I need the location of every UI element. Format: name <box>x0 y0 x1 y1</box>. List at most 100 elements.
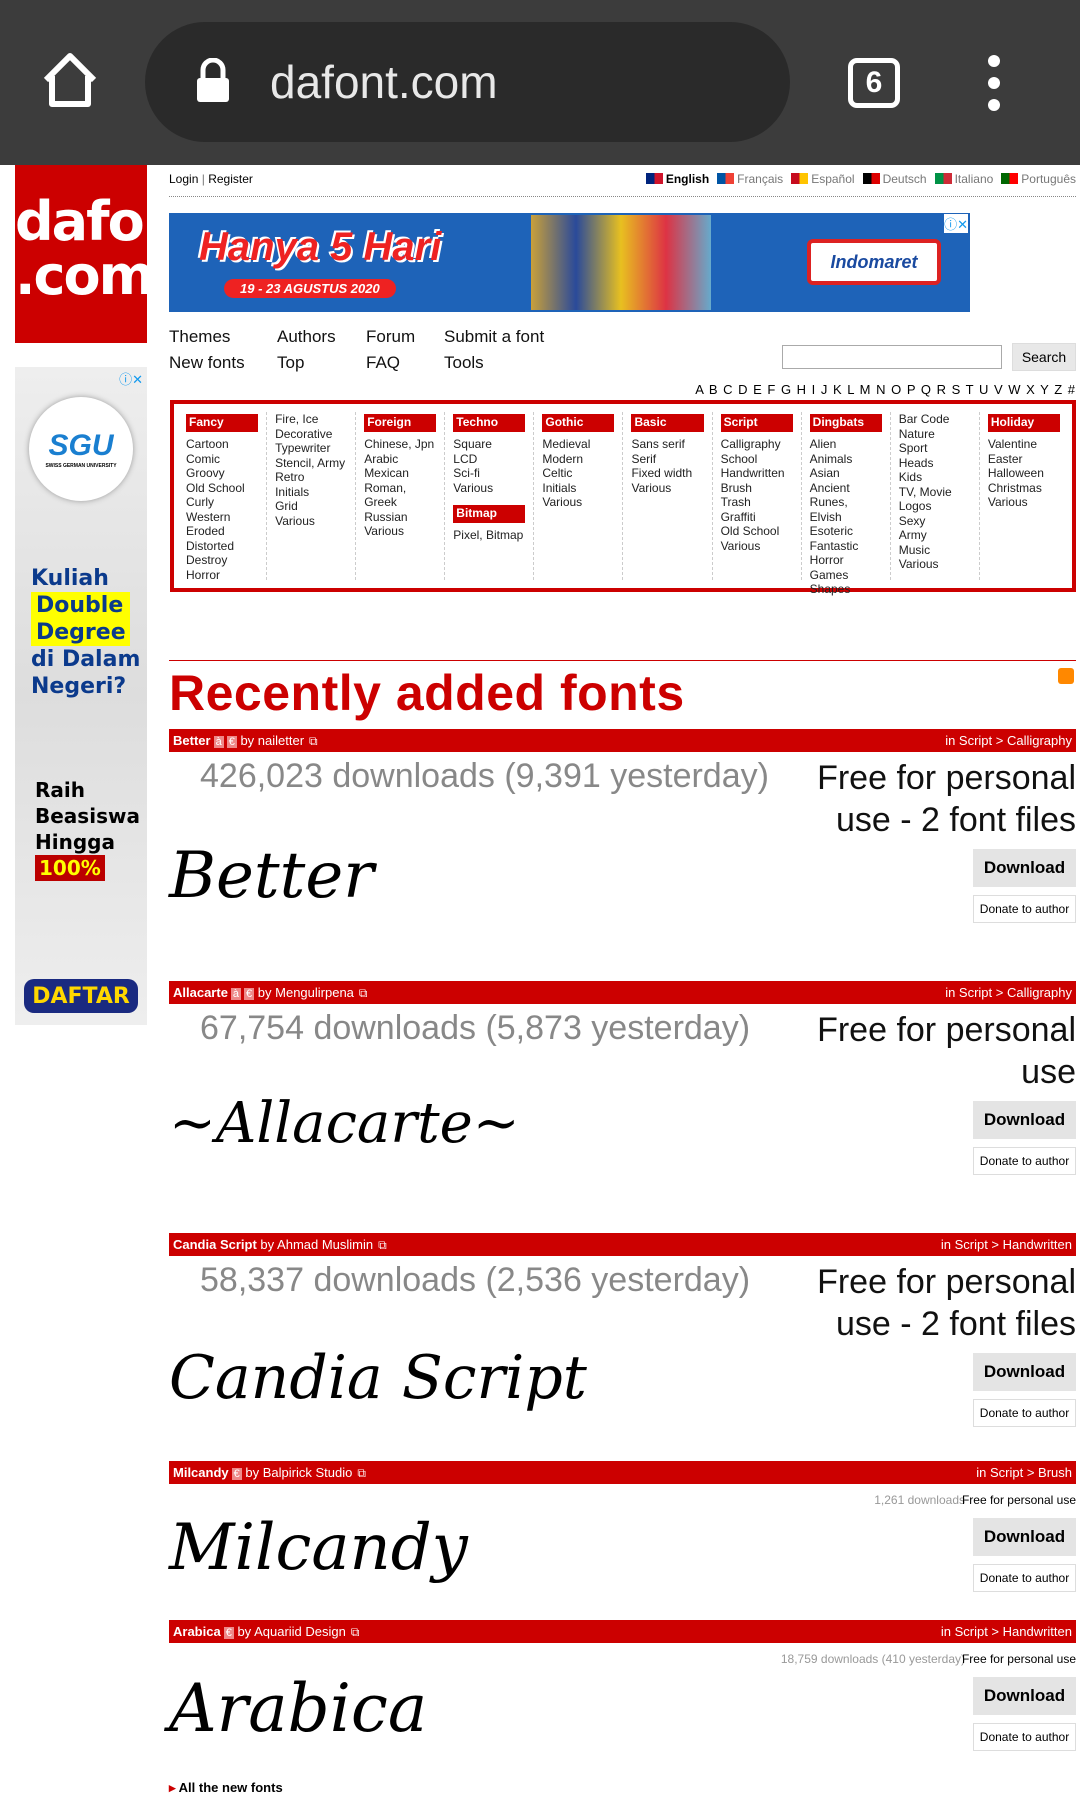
category-link[interactable]: Modern <box>542 452 614 467</box>
download-button[interactable]: Download <box>973 849 1076 887</box>
category-link[interactable]: Grid <box>275 499 347 514</box>
author-link[interactable]: by Aquariid Design <box>237 1624 345 1639</box>
author-link[interactable]: by Balpirick Studio <box>245 1465 352 1480</box>
category-link[interactable]: Nature <box>899 427 971 442</box>
category-link[interactable]: Decorative <box>275 427 347 442</box>
category-link[interactable]: in Script > Calligraphy <box>945 733 1072 748</box>
category-link[interactable]: Horror <box>810 553 882 568</box>
category-link[interactable]: Medieval <box>542 437 614 452</box>
category-header[interactable]: Script <box>720 414 793 432</box>
category-link[interactable]: Various <box>364 524 436 539</box>
login-link[interactable]: Login <box>169 172 198 186</box>
rss-icon[interactable] <box>1058 668 1074 684</box>
author-link[interactable]: by Mengulirpena <box>258 985 354 1000</box>
language-2[interactable]: Español <box>791 172 855 186</box>
category-header[interactable]: Dingbats <box>809 414 882 432</box>
nav-faq[interactable]: FAQ <box>366 353 400 373</box>
category-link[interactable]: Sans serif <box>631 437 703 452</box>
category-link[interactable]: Curly <box>186 495 258 510</box>
category-link[interactable]: Russian <box>364 510 436 525</box>
language-5[interactable]: Português <box>1001 172 1076 186</box>
category-link[interactable]: Stencil, Army <box>275 456 347 471</box>
dafont-logo[interactable]: dafont .com <box>15 165 205 343</box>
language-1[interactable]: Français <box>717 172 783 186</box>
download-button[interactable]: Download <box>973 1518 1076 1556</box>
category-link[interactable]: Various <box>453 481 525 496</box>
category-header[interactable]: Holiday <box>987 414 1060 432</box>
category-link[interactable]: Ancient <box>810 481 882 496</box>
category-link[interactable]: Christmas <box>988 481 1060 496</box>
search-input[interactable] <box>782 345 1002 369</box>
author-link[interactable]: by nailetter <box>240 733 304 748</box>
category-link[interactable]: Valentine <box>988 437 1060 452</box>
donate-button[interactable]: Donate to author <box>973 895 1076 923</box>
address-bar[interactable]: dafont.com <box>145 22 790 142</box>
font-preview[interactable]: Arabica <box>169 1670 427 1747</box>
category-link[interactable]: Mexican <box>364 466 436 481</box>
category-header[interactable]: Bitmap <box>453 505 526 523</box>
donate-button[interactable]: Donate to author <box>973 1147 1076 1175</box>
category-link[interactable]: LCD <box>453 452 525 467</box>
font-name-link[interactable]: Candia Script <box>173 1237 257 1252</box>
category-link[interactable]: Celtic <box>542 466 614 481</box>
ad-close-icon[interactable]: ⓘ✕ <box>944 214 968 233</box>
category-link[interactable]: Initials <box>542 481 614 496</box>
tab-switcher-button[interactable]: 6 <box>848 58 900 108</box>
category-link[interactable]: Animals <box>810 452 882 467</box>
font-name-link[interactable]: Milcandy <box>173 1465 229 1480</box>
category-header[interactable]: Basic <box>631 414 704 432</box>
category-link[interactable]: Serif <box>631 452 703 467</box>
donate-button[interactable]: Donate to author <box>973 1399 1076 1427</box>
category-link[interactable]: Initials <box>275 485 347 500</box>
category-link[interactable]: School <box>721 452 793 467</box>
side-advertisement[interactable]: ⓘ✕ SGU SWISS GERMAN UNIVERSITY Kuliah Do… <box>15 367 147 1025</box>
category-link[interactable]: Fixed width <box>631 466 703 481</box>
category-link[interactable]: Esoteric <box>810 524 882 539</box>
donate-button[interactable]: Donate to author <box>973 1723 1076 1751</box>
external-link-icon[interactable]: ⧉ <box>351 1625 360 1639</box>
author-link[interactable]: by Ahmad Muslimin <box>260 1237 373 1252</box>
category-header[interactable]: Gothic <box>542 414 615 432</box>
font-name-link[interactable]: Allacarte <box>173 985 228 1000</box>
category-link[interactable]: Various <box>631 481 703 496</box>
category-link[interactable]: Various <box>721 539 793 554</box>
category-link[interactable]: Sci-fi <box>453 466 525 481</box>
category-link[interactable]: Halloween <box>988 466 1060 481</box>
ad-close-icon[interactable]: ⓘ✕ <box>119 369 143 388</box>
external-link-icon[interactable]: ⧉ <box>357 1466 366 1480</box>
category-link[interactable]: in Script > Handwritten <box>941 1237 1072 1252</box>
category-link[interactable]: Army <box>899 528 971 543</box>
category-link[interactable]: Sport <box>899 441 971 456</box>
category-header[interactable]: Fancy <box>186 414 259 432</box>
nav-forum[interactable]: Forum <box>366 327 415 347</box>
category-link[interactable]: Cartoon <box>186 437 258 452</box>
category-link[interactable]: Fire, Ice <box>275 412 347 427</box>
category-link[interactable]: Bar Code <box>899 412 971 427</box>
category-link[interactable]: Heads <box>899 456 971 471</box>
font-preview[interactable]: ~Allacarte~ <box>169 1091 520 1156</box>
external-link-icon[interactable]: ⧉ <box>378 1238 387 1252</box>
register-link[interactable]: Register <box>208 172 253 186</box>
category-link[interactable]: in Script > Handwritten <box>941 1624 1072 1639</box>
category-link[interactable]: Old School <box>186 481 258 496</box>
category-link[interactable]: Asian <box>810 466 882 481</box>
nav-submit-font[interactable]: Submit a font <box>444 327 544 347</box>
nav-tools[interactable]: Tools <box>444 353 484 373</box>
category-link[interactable]: Pixel, Bitmap <box>453 528 525 543</box>
category-link[interactable]: Sexy <box>899 514 971 529</box>
category-link[interactable]: Runes, Elvish <box>810 495 882 524</box>
category-link[interactable]: Easter <box>988 452 1060 467</box>
banner-advertisement[interactable]: Hanya 5 Hari 19 - 23 AGUSTUS 2020 Indoma… <box>169 213 970 312</box>
font-preview[interactable]: Milcandy <box>169 1511 468 1585</box>
category-link[interactable]: Chinese, Jpn <box>364 437 436 452</box>
category-link[interactable]: Comic <box>186 452 258 467</box>
category-link[interactable]: Calligraphy <box>721 437 793 452</box>
language-0[interactable]: English <box>645 172 709 186</box>
category-link[interactable]: Distorted <box>186 539 258 554</box>
category-link[interactable]: Various <box>275 514 347 529</box>
language-4[interactable]: Italiano <box>934 172 993 186</box>
nav-new-fonts[interactable]: New fonts <box>169 353 245 373</box>
font-name-link[interactable]: Better <box>173 733 211 748</box>
category-link[interactable]: Roman, Greek <box>364 481 436 510</box>
category-link[interactable]: Typewriter <box>275 441 347 456</box>
